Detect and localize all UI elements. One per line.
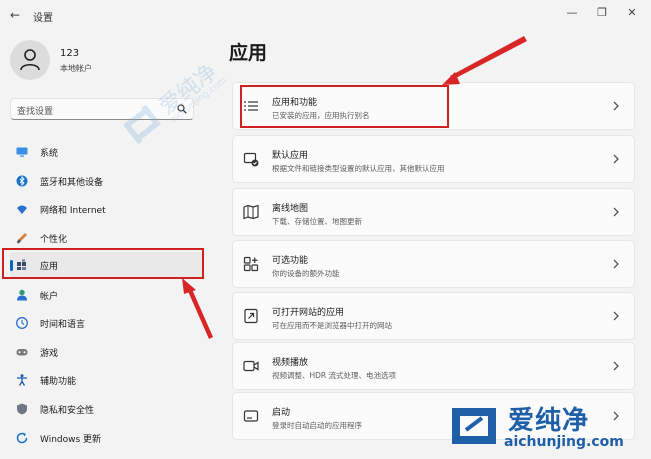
watermark-domain: aichunjing.com [504,434,624,450]
arrow-to-apps-features [442,36,527,85]
arrow-to-sidebar-apps [182,278,213,339]
watermark-main: 爱纯净 aichunjing.com [448,398,648,456]
watermark-brand: 爱纯净 [508,406,590,436]
annotation-arrows [182,36,527,339]
watermark-logo-icon [452,408,496,444]
